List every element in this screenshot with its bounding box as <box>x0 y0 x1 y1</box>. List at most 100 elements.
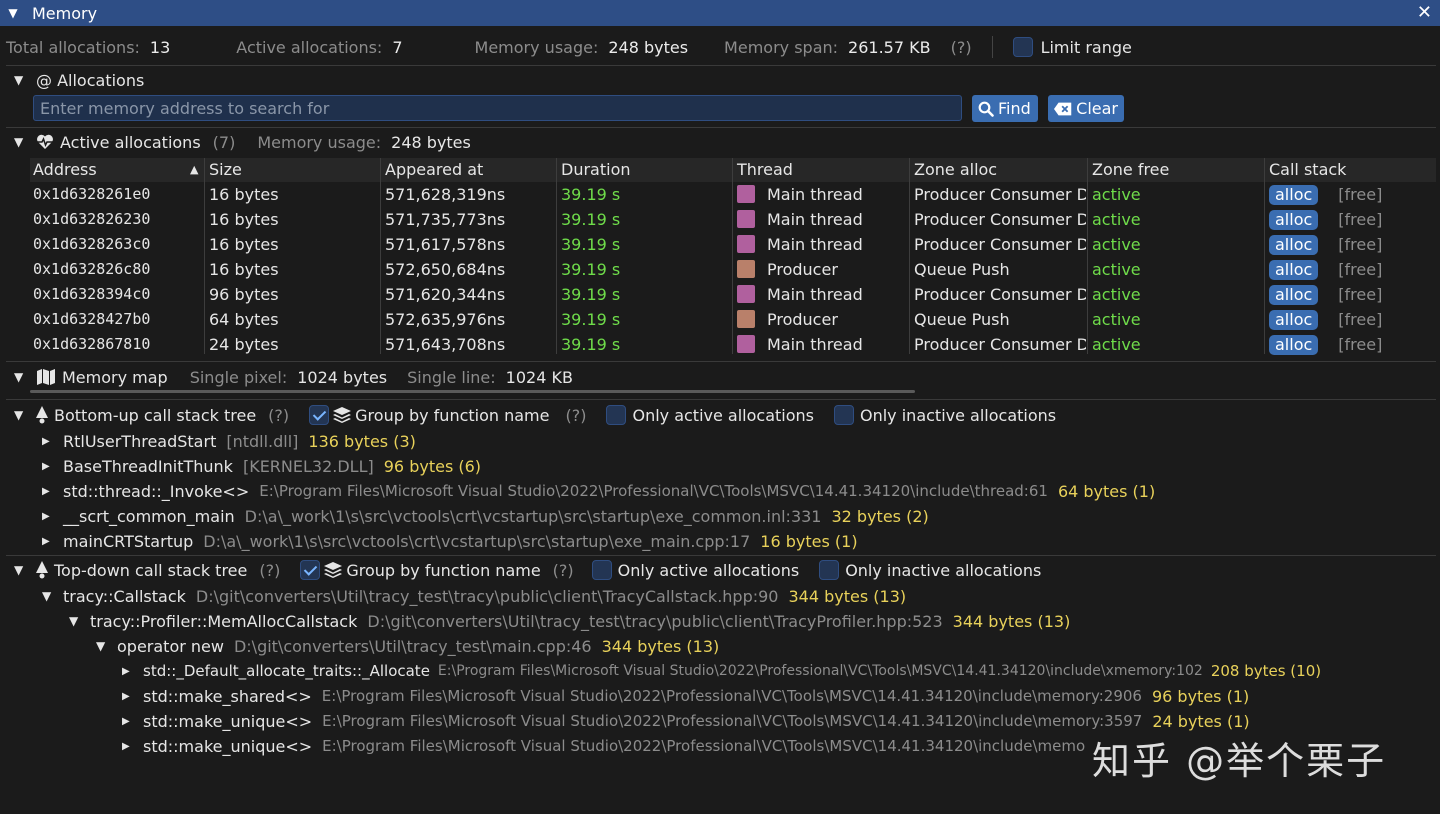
memory-map-section-header[interactable]: ▼ Memory map Single pixel: 1024 bytes Si… <box>14 366 573 388</box>
column-header-appeared-at[interactable]: Appeared at <box>385 158 483 182</box>
expand-arrow-icon[interactable]: ▶ <box>42 511 56 522</box>
zone-alloc-cell[interactable]: Producer Consumer D <box>914 232 1086 257</box>
alloc-callstack-button[interactable]: alloc <box>1269 310 1319 330</box>
address-cell[interactable]: 0x1d6328261e0 <box>33 182 150 207</box>
tree-node[interactable]: ▶ std::thread::_Invoke<> E:\Program File… <box>42 479 1155 503</box>
expand-arrow-icon[interactable]: ▶ <box>122 666 136 677</box>
clear-button[interactable]: Clear <box>1048 95 1124 122</box>
find-button[interactable]: Find <box>972 95 1038 122</box>
expand-arrow-icon[interactable]: ▶ <box>122 741 136 752</box>
column-header-thread[interactable]: Thread <box>737 158 793 182</box>
address-cell[interactable]: 0x1d6328263c0 <box>33 232 150 257</box>
column-separator[interactable] <box>1264 158 1265 354</box>
column-separator[interactable] <box>909 158 910 354</box>
tree-node[interactable]: ▼ operator new D:\git\converters\Util\tr… <box>96 634 719 658</box>
expand-arrow-icon[interactable]: ▶ <box>122 716 136 727</box>
column-separator[interactable] <box>1087 158 1088 354</box>
function-name: mainCRTStartup <box>63 531 194 551</box>
column-header-address[interactable]: Address <box>33 158 97 182</box>
zone-alloc-cell[interactable]: Producer Consumer D <box>914 207 1086 232</box>
close-icon[interactable]: ✕ <box>1417 2 1432 23</box>
column-separator[interactable] <box>380 158 381 354</box>
call-stack-cell: alloc [free] <box>1269 182 1382 207</box>
only-inactive-checkbox[interactable] <box>834 405 854 425</box>
tree-node[interactable]: ▶ std::make_shared<> E:\Program Files\Mi… <box>122 684 1249 708</box>
help-marker[interactable]: (?) <box>553 561 574 580</box>
zone-alloc-cell[interactable]: Producer Consumer D <box>914 332 1086 357</box>
top-down-section-header[interactable]: ▼ Top-down call stack tree (?) Group by … <box>14 559 1041 581</box>
address-cell[interactable]: 0x1d6328427b0 <box>33 307 150 332</box>
help-marker[interactable]: (?) <box>268 406 289 425</box>
address-cell[interactable]: 0x1d6328394c0 <box>33 282 150 307</box>
allocation-bytes: 344 bytes (13) <box>788 586 907 606</box>
column-header-zone-alloc[interactable]: Zone alloc <box>914 158 997 182</box>
alloc-callstack-button[interactable]: alloc <box>1269 235 1319 255</box>
thread-color-swatch <box>737 185 755 203</box>
alloc-callstack-button[interactable]: alloc <box>1269 185 1319 205</box>
tree-node[interactable]: ▶ std::make_unique<> E:\Program Files\Mi… <box>122 734 1095 758</box>
thread-name: Producer <box>767 310 838 329</box>
column-header-call-stack[interactable]: Call stack <box>1269 158 1346 182</box>
only-active-checkbox[interactable] <box>591 560 612 580</box>
zone-alloc-cell[interactable]: Queue Push <box>914 257 1086 282</box>
help-marker[interactable]: (?) <box>951 38 972 57</box>
alloc-callstack-button[interactable]: alloc <box>1269 260 1319 280</box>
zone-alloc-cell[interactable]: Producer Consumer D <box>914 182 1086 207</box>
expand-arrow-icon[interactable]: ▶ <box>42 486 56 497</box>
help-marker[interactable]: (?) <box>259 561 280 580</box>
alloc-callstack-button[interactable]: alloc <box>1269 335 1319 355</box>
alloc-callstack-button[interactable]: alloc <box>1269 210 1319 230</box>
collapse-arrow-icon[interactable]: ▼ <box>42 589 56 603</box>
memory-address-search-input[interactable] <box>33 95 962 121</box>
tree-node[interactable]: ▶ mainCRTStartup D:\a\_work\1\s\src\vcto… <box>42 529 858 553</box>
address-cell[interactable]: 0x1d632826230 <box>33 207 150 232</box>
column-header-zone-free[interactable]: Zone free <box>1092 158 1169 182</box>
tree-node[interactable]: ▼ tracy::Callstack D:\git\converters\Uti… <box>42 584 906 608</box>
zone-alloc-cell[interactable]: Queue Push <box>914 307 1086 332</box>
sort-ascending-icon: ▲ <box>190 163 199 176</box>
tree-node[interactable]: ▶ std::_Default_allocate_traits::_Alloca… <box>122 659 1321 683</box>
group-by-function-checkbox[interactable] <box>309 405 330 425</box>
tree-node[interactable]: ▶ __scrt_common_main D:\a\_work\1\s\src\… <box>42 504 929 528</box>
column-header-size[interactable]: Size <box>209 158 242 182</box>
tree-node[interactable]: ▶ std::make_unique<> E:\Program Files\Mi… <box>122 709 1250 733</box>
column-separator[interactable] <box>732 158 733 354</box>
duration-cell: 39.19 s <box>561 210 621 229</box>
allocation-bytes: 136 bytes (3) <box>308 431 416 451</box>
address-cell[interactable]: 0x1d632867810 <box>33 332 150 357</box>
active-allocations-section-header[interactable]: ▼ Active allocations (7) Memory usage: 2… <box>14 131 471 153</box>
only-inactive-checkbox[interactable] <box>819 560 840 580</box>
address-cell[interactable]: 0x1d632826c80 <box>33 257 150 282</box>
memory-map-scrollbar[interactable] <box>30 390 915 393</box>
group-by-function-checkbox[interactable] <box>300 560 321 580</box>
collapse-arrow-icon[interactable]: ▼ <box>69 614 83 628</box>
thread-name: Main thread <box>767 235 863 254</box>
single-pixel-value: 1024 bytes <box>297 367 388 387</box>
limit-range-checkbox[interactable] <box>1012 37 1033 57</box>
map-icon <box>37 369 55 385</box>
zone-alloc-cell[interactable]: Producer Consumer D <box>914 282 1086 307</box>
alloc-callstack-button[interactable]: alloc <box>1269 285 1319 305</box>
divider <box>6 361 1436 362</box>
expand-arrow-icon[interactable]: ▶ <box>42 436 56 447</box>
expand-arrow-icon[interactable]: ▶ <box>122 691 136 702</box>
appeared-cell: 571,643,708ns <box>385 335 506 354</box>
tree-node[interactable]: ▼ tracy::Profiler::MemAllocCallstack D:\… <box>69 609 1070 633</box>
active-usage-label: Memory usage: <box>257 132 382 152</box>
column-header-duration[interactable]: Duration <box>561 158 631 182</box>
collapse-arrow-icon[interactable]: ▼ <box>96 639 110 653</box>
collapse-window-icon[interactable]: ▼ <box>2 6 24 20</box>
only-active-checkbox[interactable] <box>606 405 627 425</box>
column-separator[interactable] <box>204 158 205 354</box>
tree-node[interactable]: ▶ BaseThreadInitThunk [KERNEL32.DLL] 96 … <box>42 454 481 478</box>
tree-node[interactable]: ▶ RtlUserThreadStart [ntdll.dll] 136 byt… <box>42 429 416 453</box>
column-separator[interactable] <box>556 158 557 354</box>
bottom-up-section-header[interactable]: ▼ Bottom-up call stack tree (?) Group by… <box>14 404 1056 426</box>
expand-arrow-icon[interactable]: ▶ <box>42 536 56 547</box>
size-cell: 16 bytes <box>209 210 279 229</box>
call-stack-cell: alloc [free] <box>1269 257 1382 282</box>
allocations-section-header[interactable]: ▼ @ Allocations <box>14 69 144 91</box>
source-location: [ntdll.dll] <box>226 431 299 451</box>
expand-arrow-icon[interactable]: ▶ <box>42 461 56 472</box>
help-marker[interactable]: (?) <box>565 406 586 425</box>
